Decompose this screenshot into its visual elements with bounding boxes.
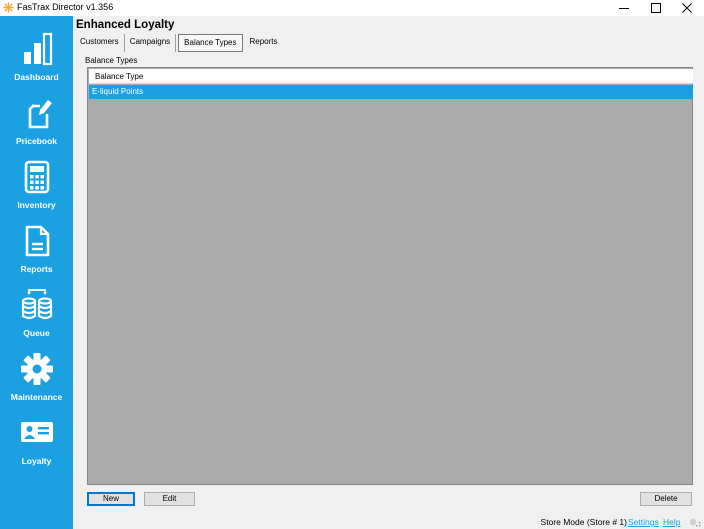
sidebar-item-label: Inventory	[17, 200, 56, 210]
group-label: Balance Types	[85, 56, 138, 65]
balance-types-grid[interactable]: Balance Type E-liquid Points	[87, 67, 693, 485]
bar-chart-icon	[24, 32, 53, 66]
status-bar: Store Mode (Store # 1) Settings Help	[73, 515, 704, 529]
title-bar: FasTrax Director v1.356	[0, 0, 704, 16]
minimize-button[interactable]	[607, 0, 641, 16]
delete-button[interactable]: Delete	[640, 492, 692, 506]
sidebar-item-dashboard[interactable]: Dashboard	[0, 32, 73, 94]
app-logo-icon	[3, 2, 14, 13]
sidebar-item-label: Maintenance	[10, 392, 63, 402]
tab-customers[interactable]: Customers	[75, 34, 125, 52]
close-button[interactable]	[670, 0, 704, 16]
sidebar-item-label: Queue	[23, 328, 50, 338]
sidebar-item-maintenance[interactable]: Maintenance	[0, 352, 73, 414]
maximize-button[interactable]	[639, 0, 673, 16]
store-mode-status: Store Mode (Store # 1)	[540, 517, 627, 527]
tab-strip: Customers Campaigns Balance Types Report…	[75, 34, 283, 52]
sidebar-item-pricebook[interactable]: Pricebook	[0, 96, 73, 158]
sidebar-item-label: Reports	[20, 264, 53, 274]
settings-link[interactable]: Settings	[628, 517, 659, 527]
sidebar-item-label: Pricebook	[15, 136, 58, 146]
sidebar-item-reports[interactable]: Reports	[0, 224, 73, 286]
sidebar-item-loyalty[interactable]: Loyalty	[0, 416, 73, 478]
column-header-label: Balance Type	[95, 72, 144, 81]
resize-grip-icon[interactable]	[688, 517, 702, 528]
window-title: FasTrax Director v1.356	[17, 2, 114, 12]
id-card-icon	[21, 422, 53, 442]
table-row[interactable]: E-liquid Points	[89, 85, 693, 99]
cell-balance-type: E-liquid Points	[92, 87, 144, 96]
gear-icon	[21, 353, 53, 385]
sidebar-item-queue[interactable]: Queue	[0, 288, 73, 350]
document-icon	[25, 225, 50, 257]
sidebar-item-inventory[interactable]: Inventory	[0, 160, 73, 222]
maximize-icon	[651, 3, 661, 13]
column-header-balance-type[interactable]: Balance Type	[89, 69, 693, 84]
sidebar-item-label: Dashboard	[14, 72, 59, 82]
new-button[interactable]: New	[87, 492, 135, 506]
main-content: Enhanced Loyalty Customers Campaigns Bal…	[73, 16, 704, 529]
sidebar-item-label: Loyalty	[21, 456, 52, 466]
tab-balance-types[interactable]: Balance Types	[178, 34, 243, 52]
tab-reports[interactable]: Reports	[245, 34, 283, 52]
sidebar: Dashboard Pricebook Inventory Reports Qu…	[0, 16, 73, 529]
tag-edit-icon	[28, 100, 52, 129]
minimize-icon	[619, 8, 629, 9]
help-link[interactable]: Help	[663, 517, 680, 527]
page-title: Enhanced Loyalty	[76, 19, 175, 31]
calculator-icon	[24, 160, 50, 194]
database-sync-icon	[21, 289, 53, 320]
tab-campaigns[interactable]: Campaigns	[125, 34, 177, 52]
close-icon	[682, 3, 692, 13]
edit-button[interactable]: Edit	[144, 492, 195, 506]
